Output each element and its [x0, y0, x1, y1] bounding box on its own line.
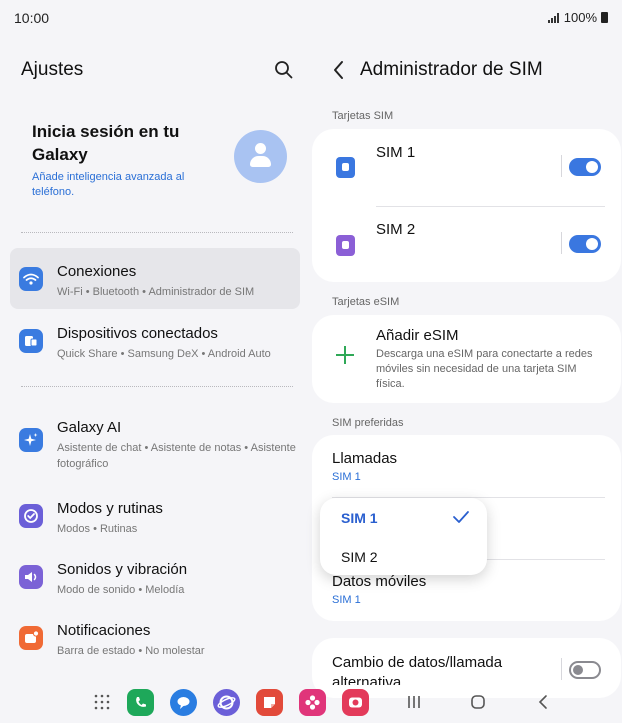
menu-item-subtitle: Modos • Rutinas — [57, 523, 138, 535]
plus-icon — [336, 346, 354, 364]
menu-item-title: Notificaciones — [57, 622, 151, 639]
devices-icon — [19, 329, 43, 353]
gallery-app-icon[interactable] — [299, 689, 326, 716]
divider — [561, 658, 562, 680]
menu-item-title: Conexiones — [57, 263, 137, 280]
divider — [21, 386, 293, 387]
pref-value: SIM 1 — [332, 594, 361, 606]
status-bar: 10:00 100% — [0, 0, 622, 36]
messages-app-icon[interactable] — [170, 689, 197, 716]
switch-title: Cambio de datos/llamada alternativa — [332, 654, 503, 685]
sim2-toggle[interactable] — [569, 235, 601, 253]
check-circle-icon — [19, 504, 43, 528]
status-time: 10:00 — [14, 10, 50, 26]
divider — [21, 232, 293, 233]
sim-row-2[interactable]: SIM 2 — [312, 206, 621, 283]
menu-item-title: Dispositivos conectados — [57, 325, 218, 342]
preferred-calls-item[interactable]: Llamadas SIM 1 — [312, 435, 621, 497]
check-icon — [453, 511, 469, 523]
sim1-toggle[interactable] — [569, 158, 601, 176]
recents-icon[interactable] — [406, 694, 422, 710]
menu-item-title: Galaxy AI — [57, 419, 122, 436]
sim-cards-card: SIM 1 SIM 2 — [312, 129, 621, 282]
sim-label: SIM 1 — [376, 144, 416, 161]
esim-description: Descarga una eSIM para conectarte a rede… — [376, 348, 593, 390]
settings-pane: Ajustes Inicia sesión en tu Galaxy Añade… — [0, 36, 311, 686]
menu-item-connected-devices[interactable]: Dispositivos conectados Quick Share • Sa… — [10, 310, 300, 371]
back-nav-icon[interactable] — [536, 694, 550, 710]
back-button[interactable] — [330, 59, 348, 81]
pref-value: SIM 1 — [332, 471, 361, 483]
divider — [561, 155, 562, 177]
divider — [561, 232, 562, 254]
menu-item-modes-routines[interactable]: Modos y rutinas Modos • Rutinas — [10, 485, 300, 546]
sim-card-icon — [336, 157, 355, 178]
battery-icon — [601, 12, 608, 23]
camera-app-icon[interactable] — [342, 689, 369, 716]
menu-item-subtitle: Barra de estado • No molestar — [57, 645, 205, 657]
menu-item-subtitle: Wi-Fi • Bluetooth • Administrador de SIM — [57, 286, 255, 298]
avatar[interactable] — [234, 130, 287, 183]
speaker-icon — [19, 565, 43, 589]
notes-app-icon[interactable] — [256, 689, 283, 716]
account-title: Inicia sesión en tu Galaxy — [32, 122, 180, 164]
sparkle-icon — [19, 428, 43, 452]
battery-percent: 100% — [563, 10, 597, 25]
section-label-preferred: SIM preferidas — [332, 417, 404, 429]
dropdown-option-sim2[interactable]: SIM 2 — [341, 549, 378, 565]
pref-title: Datos móviles — [332, 573, 427, 590]
menu-item-galaxy-ai[interactable]: Galaxy AI Asistente de chat • Asistente … — [10, 404, 300, 474]
section-label-sim: Tarjetas SIM — [332, 110, 394, 122]
menu-item-subtitle: Modo de sonido • Melodía — [57, 584, 185, 596]
sim-select-dropdown: SIM 1 SIM 2 — [320, 498, 487, 575]
phone-app-icon[interactable] — [127, 689, 154, 716]
page-title: Ajustes — [21, 59, 84, 80]
home-icon[interactable] — [470, 694, 486, 710]
section-label-esim: Tarjetas eSIM — [332, 296, 400, 308]
apps-grid-icon[interactable] — [94, 694, 110, 710]
menu-item-connections[interactable]: Conexiones Wi-Fi • Bluetooth • Administr… — [10, 248, 300, 309]
menu-item-notifications[interactable]: Notificaciones Barra de estado • No mole… — [10, 607, 300, 668]
dropdown-option-sim1[interactable]: SIM 1 — [341, 510, 378, 526]
sim-row-1[interactable]: SIM 1 — [312, 129, 621, 206]
menu-item-title: Modos y rutinas — [57, 500, 163, 517]
navigation-bar — [0, 686, 622, 723]
menu-item-sounds[interactable]: Sonidos y vibración Modo de sonido • Mel… — [10, 546, 300, 607]
sim-label: SIM 2 — [376, 221, 416, 238]
menu-item-title: Sonidos y vibración — [57, 561, 188, 578]
page-title: Administrador de SIM — [360, 59, 543, 80]
sim-card-icon — [336, 235, 355, 256]
account-signin[interactable]: Inicia sesión en tu Galaxy Añade intelig… — [32, 120, 202, 200]
pref-title: Llamadas — [332, 450, 398, 467]
menu-item-subtitle: Quick Share • Samsung DeX • Android Auto — [57, 348, 271, 360]
signal-icon — [547, 12, 560, 23]
add-esim-item[interactable]: Añadir eSIM Descarga una eSIM para conec… — [312, 315, 621, 403]
search-icon[interactable] — [273, 59, 295, 81]
account-subtitle: Añade inteligencia avanzada al teléfono. — [32, 171, 185, 198]
alt-switch-toggle[interactable] — [569, 661, 601, 679]
esim-title: Añadir eSIM — [376, 327, 459, 344]
status-right: 100% — [547, 10, 608, 25]
internet-app-icon[interactable] — [213, 689, 240, 716]
wifi-icon — [19, 267, 43, 291]
menu-item-subtitle: Asistente de chat • Asistente de notas •… — [57, 442, 296, 470]
bell-icon — [19, 626, 43, 650]
